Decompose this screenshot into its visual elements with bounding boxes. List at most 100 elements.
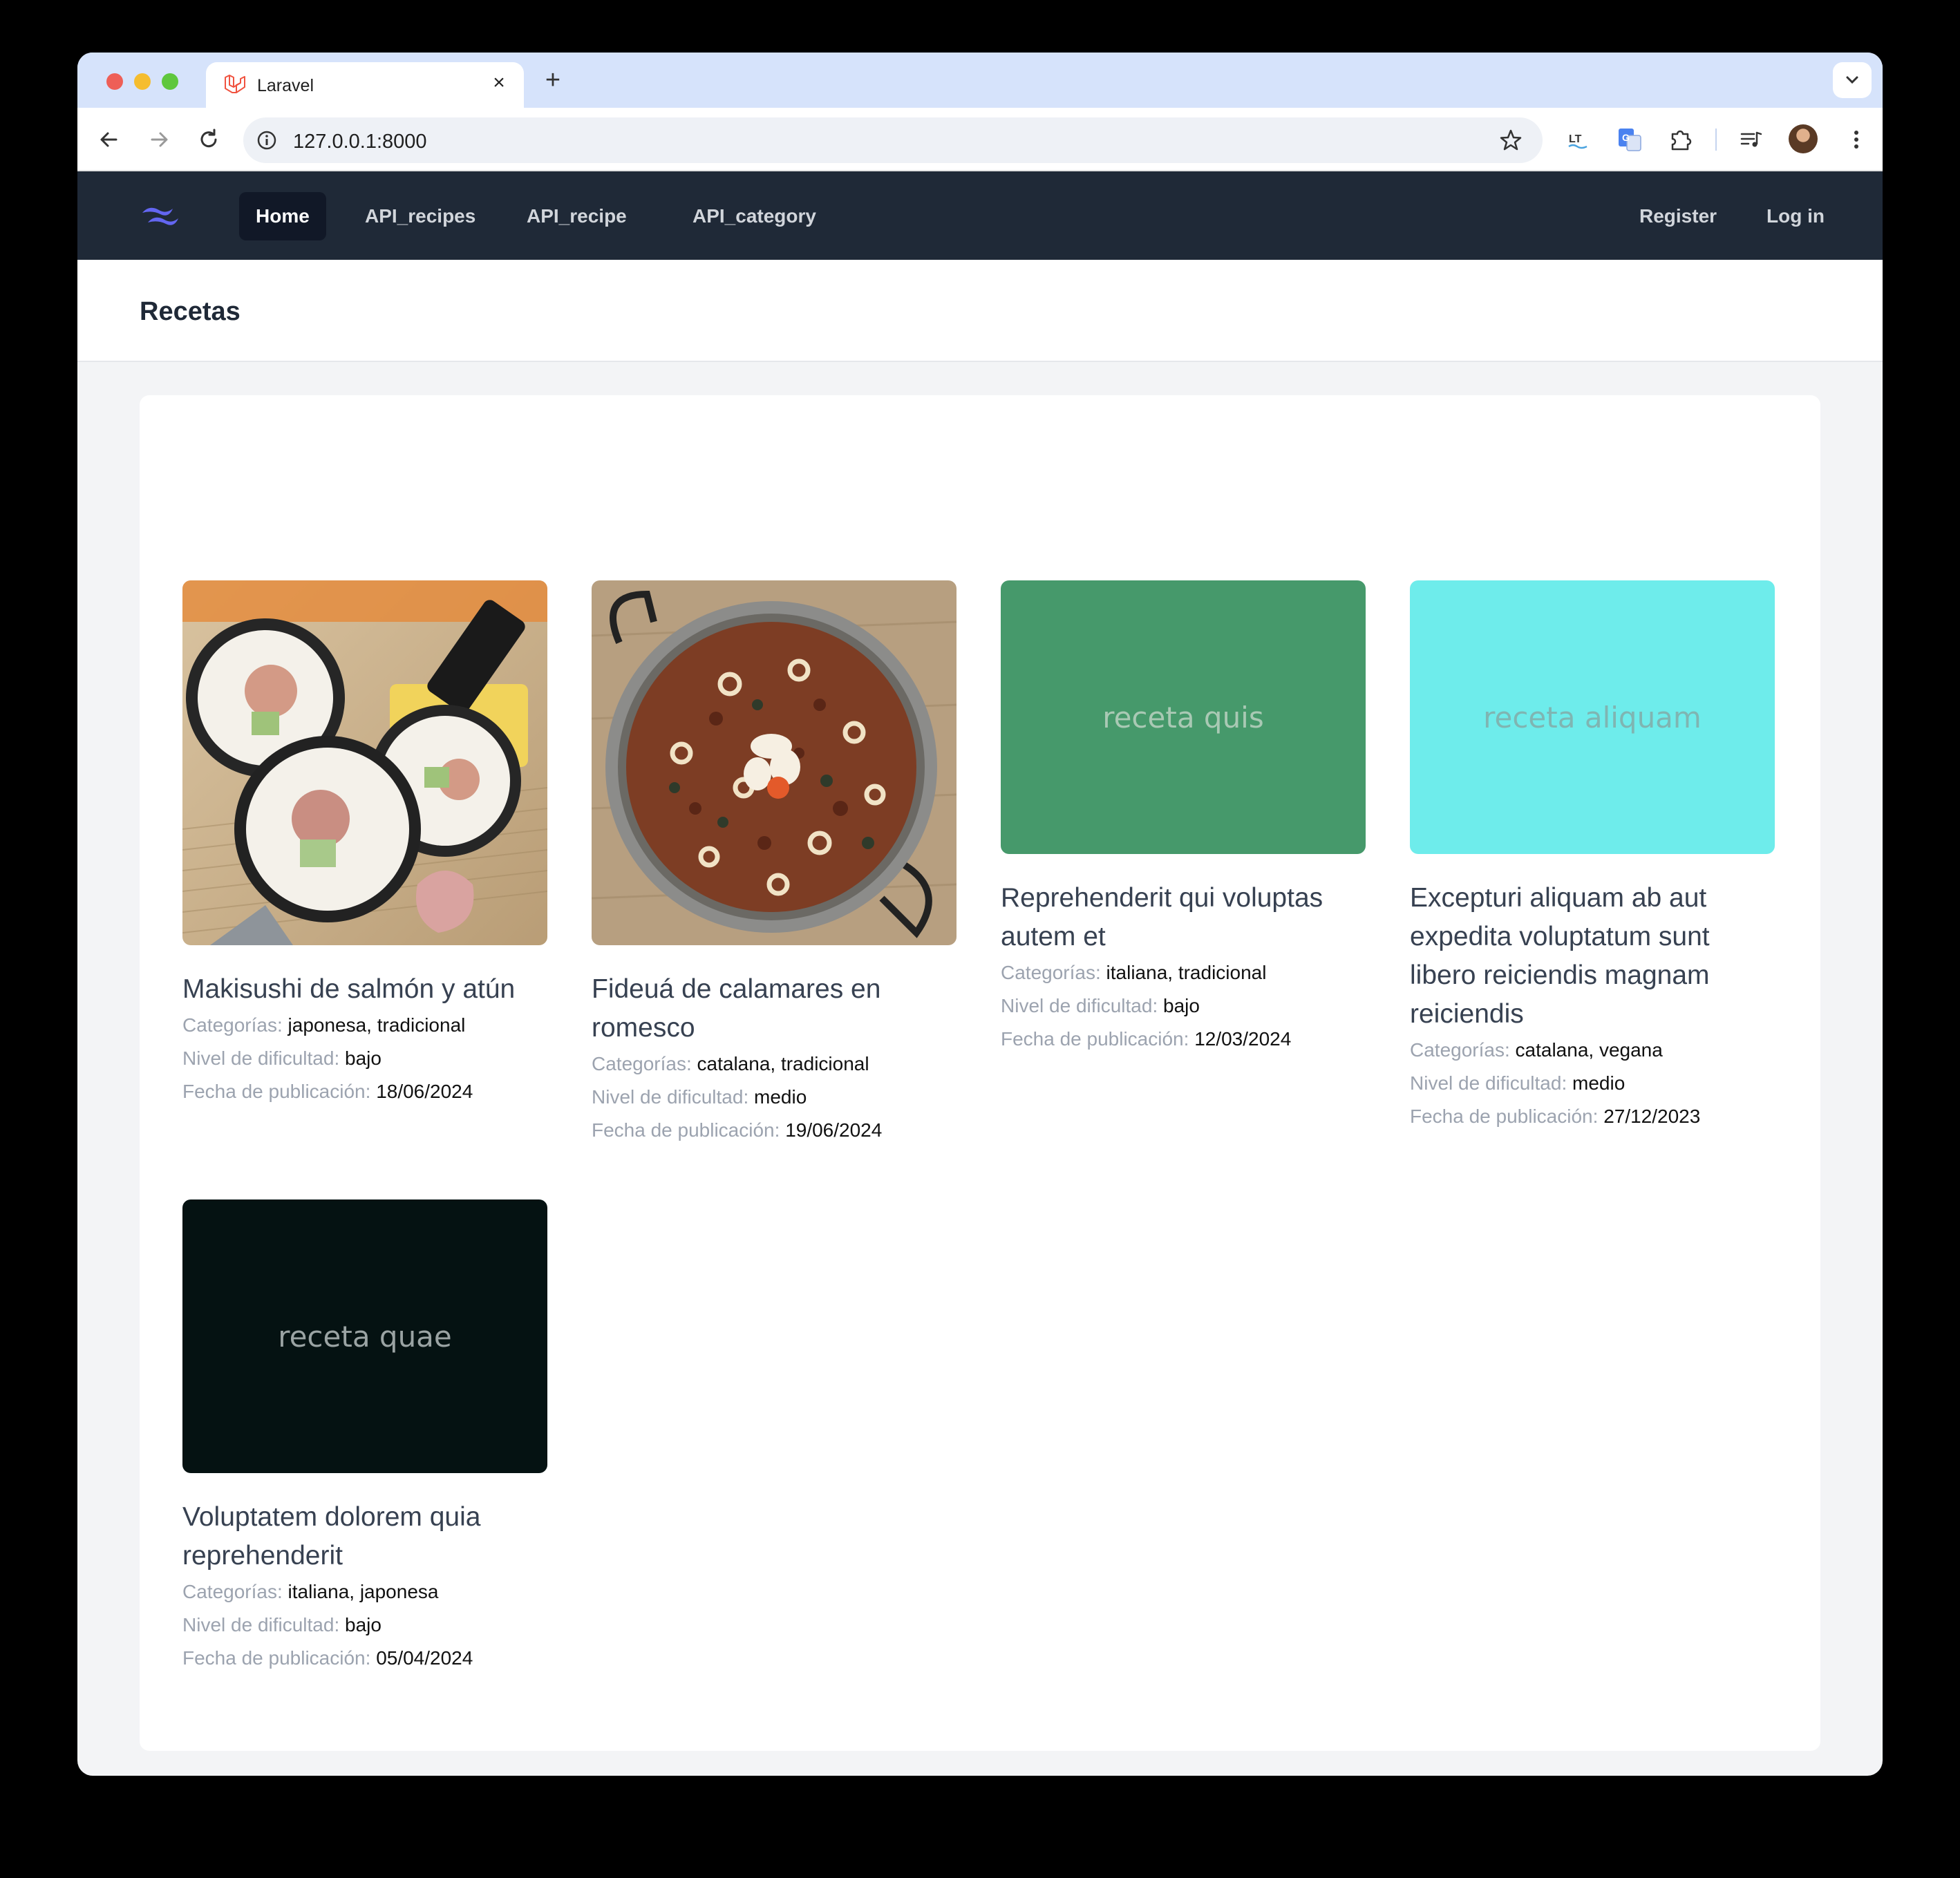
recipe-image-placeholder[interactable]: receta quae	[182, 1199, 547, 1473]
fideua-photo	[592, 580, 957, 945]
recipe-image[interactable]	[182, 580, 547, 945]
maximize-window-button[interactable]	[162, 73, 178, 90]
laravel-icon	[225, 75, 245, 93]
reload-icon[interactable]	[195, 126, 223, 153]
recipe-date: Fecha de publicación: 27/12/2023	[1410, 1100, 1775, 1133]
categories-label: Categorías:	[1001, 962, 1101, 983]
svg-text:LT: LT	[1569, 133, 1582, 145]
recipe-categories: Categorías: italiana, tradicional	[1001, 956, 1366, 989]
recipe-image-placeholder[interactable]: receta quis	[1001, 580, 1366, 854]
date-label: Fecha de publicación:	[182, 1647, 371, 1669]
difficulty-label: Nivel de dificultad:	[592, 1086, 749, 1108]
recipe-card[interactable]: receta aliquam Excepturi aliquam ab aut …	[1410, 580, 1775, 1133]
recipe-card[interactable]: Makisushi de salmón y atún Categorías: j…	[182, 580, 547, 1108]
date-value: 19/06/2024	[785, 1119, 883, 1141]
categories-label: Categorías:	[592, 1053, 692, 1074]
categories-value: italiana, tradicional	[1106, 962, 1267, 983]
recipe-difficulty: Nivel de dificultad: bajo	[1001, 989, 1366, 1023]
difficulty-label: Nivel de dificultad:	[182, 1047, 340, 1069]
nav-api-recipe[interactable]: API_recipe	[510, 192, 643, 240]
difficulty-label: Nivel de dificultad:	[182, 1614, 340, 1635]
difficulty-value: bajo	[345, 1047, 381, 1069]
close-tab-icon[interactable]: ×	[488, 72, 510, 94]
sushi-photo	[182, 580, 547, 945]
new-tab-button[interactable]: +	[539, 66, 567, 94]
date-value: 12/03/2024	[1194, 1028, 1292, 1050]
minimize-window-button[interactable]	[134, 73, 151, 90]
recipes-panel: Makisushi de salmón y atún Categorías: j…	[140, 395, 1820, 1751]
register-link[interactable]: Register	[1623, 192, 1733, 240]
browser-window: Laravel × + 127.0.0.1:8000 LT G Home API…	[77, 53, 1883, 1776]
tab-strip: Laravel × +	[77, 53, 1883, 108]
date-label: Fecha de publicación:	[1001, 1028, 1189, 1050]
profile-avatar[interactable]	[1789, 124, 1818, 153]
languagetool-extension-icon[interactable]: LT	[1563, 124, 1594, 155]
recipe-categories: Categorías: italiana, japonesa	[182, 1575, 547, 1609]
more-menu-icon[interactable]	[1841, 124, 1872, 155]
browser-toolbar: 127.0.0.1:8000 LT G	[77, 108, 1883, 171]
recipe-title[interactable]: Makisushi de salmón y atún	[182, 970, 547, 1009]
recipe-title[interactable]: Voluptatem dolorem quia reprehenderit	[182, 1498, 547, 1575]
difficulty-label: Nivel de dificultad:	[1001, 995, 1158, 1016]
tab-title: Laravel	[257, 76, 314, 95]
categories-label: Categorías:	[1410, 1039, 1510, 1061]
date-value: 27/12/2023	[1603, 1106, 1701, 1127]
categories-value: italiana, japonesa	[288, 1581, 439, 1602]
recipe-date: Fecha de publicación: 19/06/2024	[592, 1114, 957, 1147]
date-label: Fecha de publicación:	[182, 1081, 371, 1102]
forward-icon[interactable]	[145, 126, 173, 153]
recipe-title[interactable]: Fideuá de calamares en romesco	[592, 970, 957, 1047]
page-header: Recetas	[77, 260, 1883, 362]
categories-value: catalana, tradicional	[697, 1053, 869, 1074]
tailwind-logo-icon[interactable]	[138, 202, 184, 229]
nav-api-recipes[interactable]: API_recipes	[348, 192, 492, 240]
url-text: 127.0.0.1:8000	[293, 131, 427, 153]
nav-api-category[interactable]: API_category	[676, 192, 833, 240]
date-value: 18/06/2024	[376, 1081, 473, 1102]
recipe-categories: Categorías: japonesa, tradicional	[182, 1009, 547, 1042]
recipe-image[interactable]	[592, 580, 957, 945]
bookmark-star-icon[interactable]	[1498, 128, 1523, 153]
page-title: Recetas	[140, 297, 241, 326]
difficulty-value: bajo	[1163, 995, 1200, 1016]
nav-home[interactable]: Home	[239, 192, 326, 240]
date-label: Fecha de publicación:	[1410, 1106, 1599, 1127]
browser-tab[interactable]: Laravel ×	[206, 62, 524, 108]
google-translate-icon[interactable]: G	[1614, 124, 1645, 155]
recipe-image-placeholder[interactable]: receta aliquam	[1410, 580, 1775, 854]
app-navbar: Home API_recipes API_recipe API_category…	[77, 171, 1883, 260]
recipe-categories: Categorías: catalana, tradicional	[592, 1047, 957, 1081]
difficulty-label: Nivel de dificultad:	[1410, 1072, 1567, 1094]
recipe-date: Fecha de publicación: 05/04/2024	[182, 1642, 547, 1675]
chevron-down-icon	[1846, 76, 1858, 84]
recipe-card[interactable]: receta quis Reprehenderit qui voluptas a…	[1001, 580, 1366, 1056]
difficulty-value: bajo	[345, 1614, 381, 1635]
difficulty-value: medio	[1572, 1072, 1626, 1094]
address-bar[interactable]: 127.0.0.1:8000	[243, 117, 1543, 163]
recipe-difficulty: Nivel de dificultad: bajo	[182, 1042, 547, 1075]
recipe-difficulty: Nivel de dificultad: bajo	[182, 1609, 547, 1642]
recipe-date: Fecha de publicación: 12/03/2024	[1001, 1023, 1366, 1056]
placeholder-text: receta aliquam	[1483, 700, 1702, 734]
site-info-icon[interactable]	[256, 129, 278, 151]
recipe-date: Fecha de publicación: 18/06/2024	[182, 1075, 547, 1108]
categories-value: japonesa, tradicional	[288, 1014, 466, 1036]
login-link[interactable]: Log in	[1750, 192, 1841, 240]
tab-search-button[interactable]	[1833, 62, 1872, 98]
recipe-categories: Categorías: catalana, vegana	[1410, 1034, 1775, 1067]
categories-label: Categorías:	[182, 1014, 283, 1036]
recipe-card[interactable]: receta quae Voluptatem dolorem quia repr…	[182, 1199, 547, 1675]
extensions-puzzle-icon[interactable]	[1666, 124, 1696, 155]
svg-text:G: G	[1622, 132, 1630, 143]
recipe-card[interactable]: Fideuá de calamares en romesco Categoría…	[592, 580, 957, 1147]
back-icon[interactable]	[95, 126, 123, 153]
media-control-icon[interactable]	[1736, 124, 1766, 155]
recipe-title[interactable]: Excepturi aliquam ab aut expedita volupt…	[1410, 879, 1775, 1034]
recipe-difficulty: Nivel de dificultad: medio	[592, 1081, 957, 1114]
date-value: 05/04/2024	[376, 1647, 473, 1669]
close-window-button[interactable]	[106, 73, 123, 90]
recipe-title[interactable]: Reprehenderit qui voluptas autem et	[1001, 879, 1366, 956]
difficulty-value: medio	[754, 1086, 807, 1108]
categories-value: catalana, vegana	[1515, 1039, 1663, 1061]
placeholder-text: receta quis	[1102, 700, 1264, 734]
